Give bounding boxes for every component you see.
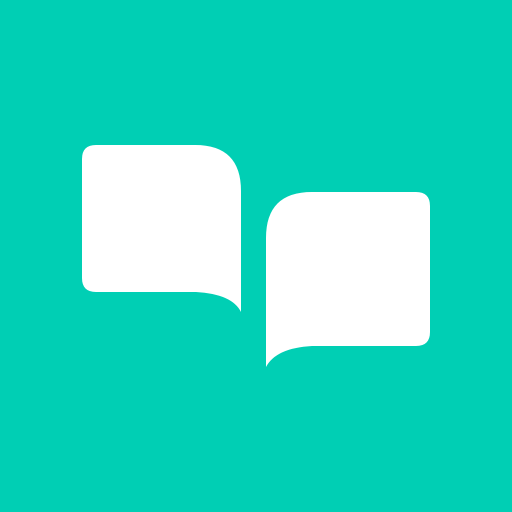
left-speech-bubble xyxy=(82,145,241,312)
chat-bubbles-icon xyxy=(0,0,512,512)
icon-background xyxy=(0,0,512,512)
app-icon xyxy=(0,0,512,512)
right-speech-bubble xyxy=(266,192,430,367)
